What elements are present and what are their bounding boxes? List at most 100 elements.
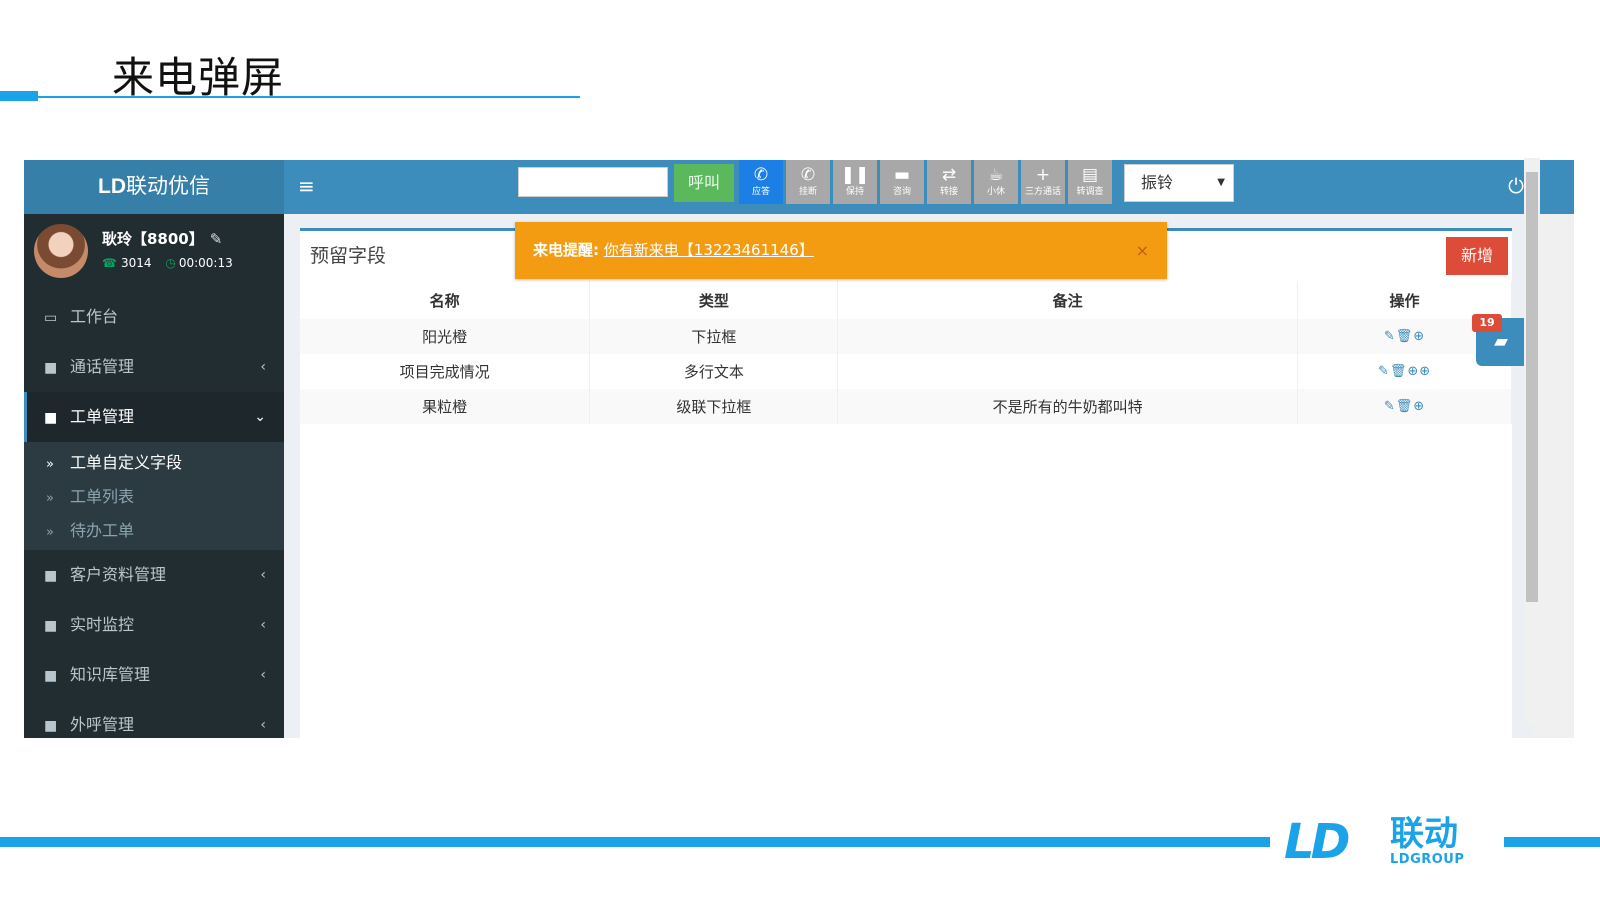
table-row: 阳光橙 下拉框 ✎🗑⊕ [300, 319, 1512, 354]
dial-number-input[interactable] [518, 167, 668, 197]
row-actions[interactable]: ✎🗑⊕ [1297, 389, 1512, 424]
chevron-down-icon: ⌄ [254, 409, 266, 425]
column-header[interactable]: 类型 [589, 281, 839, 319]
user-status: ☎ 3014 ◷ 00:00:13 [102, 256, 233, 270]
title-underline [38, 96, 580, 98]
power-icon[interactable]: ⏻ [1508, 174, 1524, 198]
hold-button[interactable]: ❚❚ 保持 [833, 160, 877, 204]
sidebar-item-customer-data[interactable]: ■ 客户资料管理 ‹ [24, 550, 284, 600]
menu-toggle-icon[interactable]: ≡ [298, 174, 315, 198]
survey-icon: ▤ [1081, 165, 1099, 185]
vertical-scrollbar[interactable] [1524, 158, 1540, 724]
double-chevron-icon: » [46, 525, 54, 540]
chevron-left-icon: ‹ [260, 667, 266, 683]
cell-note [837, 319, 1299, 354]
panel-title: 预留字段 [310, 245, 387, 267]
edit-icon[interactable]: ✎ [210, 230, 223, 248]
column-header[interactable]: 备注 [837, 281, 1299, 319]
fields-table: 名称 类型 备注 操作 阳光橙 下拉框 ✎🗑⊕ 项目完成情况 多行文本 ✎🗑⊕⊕… [300, 281, 1512, 424]
hangup-icon: ✆ [800, 165, 816, 185]
brand-logo[interactable]: LD联动优信 [24, 160, 284, 214]
desktop-icon: ▭ [44, 310, 58, 326]
app-screenshot: LD联动优信 耿玲【8800】 ✎ ☎ 3014 ◷ 00:00:13 ▭ 工作台 ■ 通… [24, 160, 1574, 738]
transfer-button[interactable]: ⇄ 转接 [927, 160, 971, 204]
chevron-left-icon: ‹ [260, 617, 266, 633]
submenu-item-pending-tickets[interactable]: » 待办工单 [24, 514, 284, 548]
phone-icon: ✆ [753, 165, 769, 185]
chevron-left-icon: ‹ [260, 717, 266, 733]
answer-button[interactable]: ✆ 应答 [739, 160, 783, 204]
transfer-survey-button[interactable]: ▤ 转调查 [1068, 160, 1112, 204]
cell-note: 不是所有的牛奶都叫特 [837, 389, 1299, 424]
book-icon: ■ [44, 360, 58, 376]
hangup-button[interactable]: ✆ 挂断 [786, 160, 830, 204]
table-row: 项目完成情况 多行文本 ✎🗑⊕⊕ [300, 354, 1512, 389]
book-icon: ■ [44, 568, 58, 584]
sidebar-item-knowledge-base[interactable]: ■ 知识库管理 ‹ [24, 650, 284, 700]
extension-number: 3014 [120, 256, 152, 270]
main-content: 预留字段 新增 名称 类型 备注 操作 阳光橙 下拉框 ✎🗑⊕ 项目完成情况 多… [284, 214, 1534, 738]
cell-type: 多行文本 [589, 354, 839, 389]
slide: 来电弹屏 LD联动优信 耿玲【8800】 ✎ ☎ 3014 ◷ 00:00:13 ▭ 工… [0, 0, 1600, 900]
chevron-left-icon: ‹ [260, 359, 266, 375]
transfer-icon: ⇄ [941, 165, 957, 185]
notification-badge: 19 [1472, 314, 1502, 332]
submenu-item-custom-fields[interactable]: » 工单自定义字段 [24, 446, 284, 480]
cell-name: 项目完成情况 [300, 354, 591, 389]
call-button[interactable]: 呼叫 [674, 164, 734, 202]
table-row: 果粒橙 级联下拉框 不是所有的牛奶都叫特 ✎🗑⊕ [300, 389, 1512, 424]
sidebar-item-ticket-management[interactable]: ■ 工单管理 ⌄ [24, 392, 284, 442]
sidebar-item-realtime-monitor[interactable]: ■ 实时监控 ‹ [24, 600, 284, 650]
break-button[interactable]: ☕ 小休 [974, 160, 1018, 204]
chat-icon: ▬ [893, 165, 911, 185]
incoming-call-link[interactable]: 你有新来电【13223461146】 [604, 241, 814, 259]
clock-icon: ◷ [165, 256, 176, 270]
cell-type: 级联下拉框 [589, 389, 839, 424]
company-logo: LD 联动 LDGROUP [1284, 814, 1494, 870]
reserved-fields-panel: 预留字段 新增 名称 类型 备注 操作 阳光橙 下拉框 ✎🗑⊕ 项目完成情况 多… [300, 228, 1512, 738]
book-icon: ■ [44, 668, 58, 684]
caret-down-icon: ▼ [1217, 177, 1225, 188]
incoming-call-alert: 来电提醒: 你有新来电【13223461146】 × [515, 222, 1167, 279]
sidebar: LD联动优信 耿玲【8800】 ✎ ☎ 3014 ◷ 00:00:13 ▭ 工作台 ■ 通… [24, 160, 284, 738]
ring-mode-select[interactable]: 振铃 ▼ [1124, 164, 1234, 202]
column-header[interactable]: 名称 [300, 281, 591, 319]
cell-note [837, 354, 1299, 389]
sidebar-item-outbound[interactable]: ■ 外呼管理 ‹ [24, 700, 284, 738]
cell-type: 下拉框 [589, 319, 839, 354]
book-icon: ■ [44, 410, 58, 426]
logo-chinese-name: 联动 [1390, 814, 1458, 854]
logo-english-name: LDGROUP [1390, 852, 1465, 867]
avatar [34, 224, 88, 278]
plus-icon: + [1035, 165, 1051, 185]
phone-icon: ☎ [102, 256, 117, 270]
user-name: 耿玲【8800】 ✎ [102, 230, 223, 248]
submenu-item-ticket-list[interactable]: » 工单列表 [24, 480, 284, 514]
close-icon[interactable]: × [1136, 222, 1149, 279]
sidebar-item-call-management[interactable]: ■ 通话管理 ‹ [24, 342, 284, 392]
user-panel: 耿玲【8800】 ✎ ☎ 3014 ◷ 00:00:13 [24, 214, 284, 292]
consult-button[interactable]: ▬ 咨询 [880, 160, 924, 204]
chevron-left-icon: ‹ [260, 567, 266, 583]
logo-mark: LD [1284, 814, 1350, 870]
call-timer: 00:00:13 [178, 256, 233, 270]
double-chevron-icon: » [46, 457, 54, 472]
coffee-icon: ☕ [988, 165, 1004, 185]
title-accent-bar [0, 91, 38, 101]
footer-line [1504, 837, 1600, 847]
scrollbar-thumb[interactable] [1526, 172, 1538, 602]
cell-name: 果粒橙 [300, 389, 591, 424]
pause-icon: ❚❚ [840, 165, 870, 185]
cell-name: 阳光橙 [300, 319, 591, 354]
book-icon: ▰ [1494, 331, 1508, 352]
top-navbar: ≡ 呼叫 ✆ 应答 ✆ 挂断 ❚❚ 保持 ▬ 咨询 ⇄ 转接 ☕ 小休 + 三方通话 [284, 160, 1574, 214]
ticket-submenu: » 工单自定义字段 » 工单列表 » 待办工单 [24, 442, 284, 550]
three-way-call-button[interactable]: + 三方通话 [1021, 160, 1065, 204]
sidebar-item-workbench[interactable]: ▭ 工作台 [24, 292, 284, 342]
double-chevron-icon: » [46, 491, 54, 506]
alert-prefix: 来电提醒: [533, 241, 599, 259]
add-button[interactable]: 新增 [1446, 237, 1508, 275]
book-icon: ■ [44, 618, 58, 634]
footer-line [0, 837, 1270, 847]
book-icon: ■ [44, 718, 58, 734]
